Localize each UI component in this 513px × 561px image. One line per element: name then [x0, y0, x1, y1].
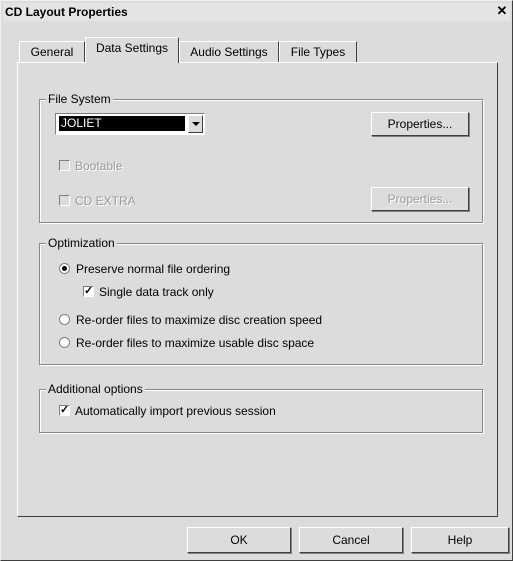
tab-data-settings[interactable]: Data Settings: [85, 37, 179, 63]
cancel-button[interactable]: Cancel: [299, 527, 403, 553]
help-button[interactable]: Help: [411, 527, 509, 553]
title-bar[interactable]: CD Layout Properties ✕: [3, 3, 510, 21]
ok-label: OK: [230, 533, 248, 547]
close-icon[interactable]: ✕: [494, 4, 510, 18]
cd-layout-properties-dialog: CD Layout Properties ✕ General Data Sett…: [0, 0, 513, 561]
tab-audio-settings-label: Audio Settings: [190, 45, 268, 59]
cancel-label: Cancel: [332, 533, 370, 547]
tab-file-types[interactable]: File Types: [279, 41, 357, 63]
tab-panel-data-settings: [17, 62, 498, 517]
tab-general[interactable]: General: [19, 41, 85, 63]
tab-file-types-label: File Types: [290, 45, 346, 59]
help-label: Help: [447, 533, 473, 547]
tab-audio-settings[interactable]: Audio Settings: [179, 41, 279, 63]
tab-general-label: General: [30, 45, 74, 59]
tab-data-settings-label: Data Settings: [95, 41, 169, 55]
window-title: CD Layout Properties: [5, 5, 128, 19]
ok-button[interactable]: OK: [187, 527, 291, 553]
